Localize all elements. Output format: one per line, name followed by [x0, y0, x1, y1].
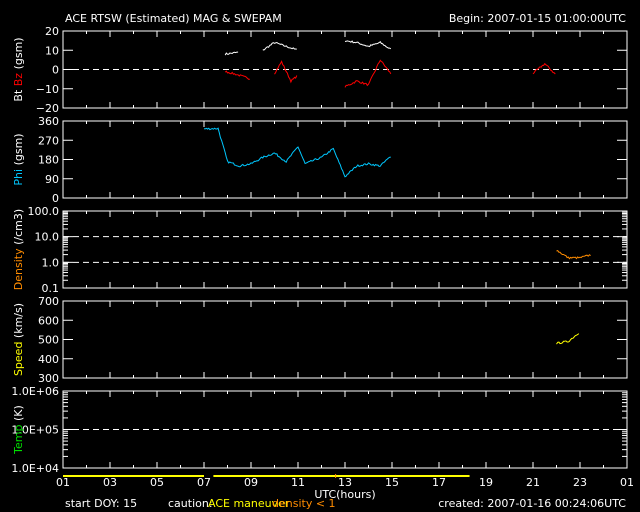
x-tick-label: 01: [620, 476, 634, 489]
y-axis-label-part: (km/s): [12, 303, 25, 342]
y-axis-label-part: Temp: [12, 424, 25, 454]
y-axis-label-part: Phi: [12, 169, 25, 186]
y-axis-label: Speed (km/s): [12, 303, 25, 376]
y-tick-label: 10: [45, 44, 59, 57]
y-tick-label: 0: [52, 192, 59, 205]
series-bt-line: [224, 40, 392, 56]
y-axis-label: Bt Bz (gsm): [12, 37, 25, 101]
y-axis-label: Density (/cm3): [12, 209, 25, 290]
y-axis-label: Phi (gsm): [12, 133, 25, 185]
x-tick-label: 09: [244, 476, 258, 489]
x-tick-label: 07: [197, 476, 211, 489]
x-tick-label: 15: [385, 476, 399, 489]
x-tick-label: 17: [432, 476, 446, 489]
series-density-line: [556, 250, 591, 260]
y-tick-label: 1.0: [42, 256, 60, 269]
y-tick-label: −10: [36, 83, 59, 96]
x-tick-label: 05: [150, 476, 164, 489]
panel-2: 100.0 10.0 1.0 0.1 Density (/cm3): [12, 205, 628, 295]
series-phi-line: [203, 127, 391, 178]
begin-time: Begin: 2007-01-15 01:00:00UTC: [449, 12, 626, 25]
y-tick-label: 0: [52, 64, 59, 77]
panel-3: 700 600 500 400 300 Speed (km/s): [12, 295, 628, 385]
y-axis-label-part: (K): [12, 405, 25, 424]
start-doy: start DOY: 15: [65, 497, 137, 510]
y-axis-label-part: (gsm): [12, 37, 25, 73]
y-tick-label: 700: [38, 295, 59, 308]
ace-rtsw-chart: ACE RTSW (Estimated) MAG & SWEPAM Begin:…: [11, 12, 634, 510]
y-tick-label: 400: [38, 353, 59, 366]
y-tick-label: 180: [38, 154, 59, 167]
x-tick-label: 03: [103, 476, 117, 489]
y-tick-label: 100.0: [28, 205, 60, 218]
panel-frame: [62, 300, 628, 379]
chart-title: ACE RTSW (Estimated) MAG & SWEPAM: [65, 12, 282, 25]
panel-4: 1.0E+061.0E+051.0E+04Temp (K): [11, 385, 628, 475]
y-tick-label: 90: [45, 173, 59, 186]
y-tick-label: 270: [38, 134, 59, 147]
y-tick-label: 10.0: [35, 231, 60, 244]
panel-frame: [62, 210, 628, 289]
y-axis-label-part: Bt: [12, 89, 25, 102]
y-axis-label-part: Speed: [12, 342, 25, 376]
y-tick-label: 300: [38, 372, 59, 385]
y-tick-label: −20: [36, 102, 59, 115]
y-tick-label: 360: [38, 115, 59, 128]
y-axis-label-part: Density: [12, 248, 25, 290]
caution-label: caution:: [168, 497, 213, 510]
series-speed-line: [556, 333, 580, 345]
x-tick-label: 19: [479, 476, 493, 489]
y-tick-label: 20: [45, 25, 59, 38]
y-axis-label-part: (gsm): [12, 133, 25, 169]
x-tick-label: 01: [56, 476, 70, 489]
y-tick-label: 1.0E+04: [11, 462, 59, 475]
y-tick-label: 600: [38, 314, 59, 327]
caution-density: density < 1: [272, 497, 336, 510]
y-tick-label: 1.0E+06: [11, 385, 59, 398]
panel-1: 360 270 180 90 0 Phi (gsm): [12, 115, 628, 205]
created-time: created: 2007-01-16 00:24:06UTC: [438, 497, 626, 510]
y-tick-label: 500: [38, 334, 59, 347]
panel-0: 20 10 0 −10 −20 Bt Bz (gsm): [12, 25, 628, 115]
panel-frame: [62, 120, 628, 199]
x-tick-label: 21: [526, 476, 540, 489]
y-tick-label: 0.1: [42, 282, 60, 295]
y-axis-label-part: (/cm3): [12, 209, 25, 249]
y-axis-label-part: Bz: [12, 73, 25, 90]
x-tick-label: 23: [573, 476, 587, 489]
series-bz-line: [224, 59, 556, 88]
x-tick-label: 11: [291, 476, 305, 489]
y-axis-label: Temp (K): [12, 405, 25, 455]
